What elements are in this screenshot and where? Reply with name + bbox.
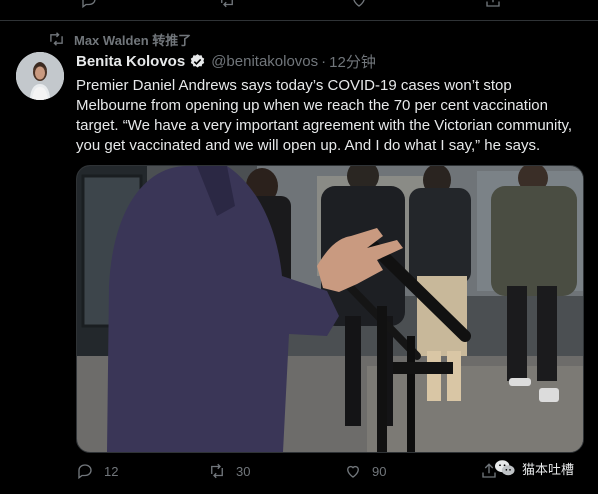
retweet-icon (211, 463, 223, 479)
tweet-line: Premier Daniel Andrews says today’s COVI… (76, 77, 512, 94)
like-icon (347, 465, 359, 478)
retweet-button[interactable]: 30 (208, 462, 250, 480)
retweet-context[interactable]: Max Walden 转推了 (48, 31, 192, 48)
tweet-line: you get vaccinated and we will open up. … (76, 137, 541, 154)
like-button[interactable]: 90 (344, 462, 386, 480)
watermark: 猫本吐槽 (494, 458, 574, 478)
reply-count: 12 (104, 463, 119, 479)
previous-tweet-actions (0, 0, 598, 12)
avatar[interactable] (16, 52, 64, 100)
timestamp[interactable]: 12分钟 (329, 51, 376, 72)
reply-icon[interactable] (80, 0, 98, 12)
author-handle[interactable]: @benitakolovos (211, 53, 318, 70)
tweet-divider (0, 20, 598, 21)
tweet-line: Melbourne from opening up when we reach … (76, 97, 548, 114)
retweet-count: 30 (236, 463, 251, 479)
watermark-text: 猫本吐槽 (522, 461, 575, 477)
tweet-line: target. “We have a very important agreem… (76, 117, 573, 134)
retweet-label: Max Walden 转推了 (74, 32, 192, 48)
like-icon[interactable] (350, 0, 368, 12)
share-icon[interactable] (484, 0, 502, 12)
wechat-icon (495, 460, 515, 476)
separator: · (321, 52, 327, 70)
retweet-icon (50, 32, 63, 46)
tweet-text: Premier Daniel Andrews says today’s COVI… (76, 76, 588, 156)
reply-button[interactable]: 12 (76, 462, 118, 480)
verified-badge-icon (190, 53, 205, 68)
retweet-icon[interactable] (218, 0, 236, 12)
author-name[interactable]: Benita Kolovos (76, 53, 185, 70)
like-count: 90 (372, 463, 387, 479)
tweet-photo[interactable] (76, 165, 584, 453)
reply-icon (78, 464, 92, 480)
tweet-header: Benita Kolovos @benitakolovos · 12分钟 (76, 51, 376, 72)
